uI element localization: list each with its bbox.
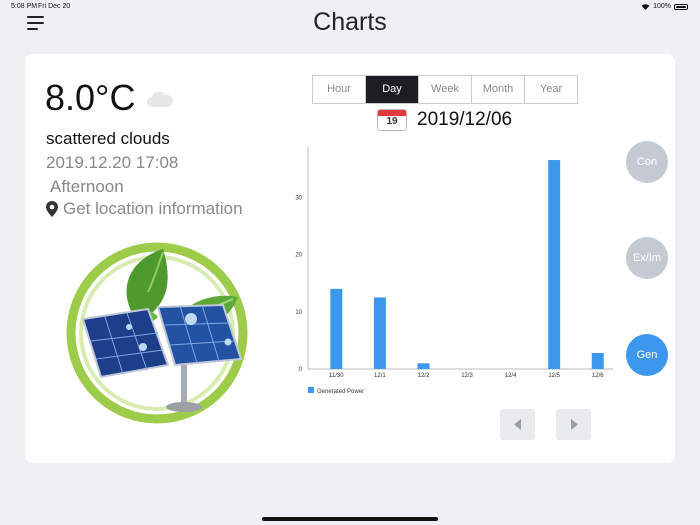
x-tick-label: 12/5	[548, 373, 560, 379]
exim-button[interactable]: Ex/Im	[626, 237, 668, 279]
cloud-icon	[147, 91, 173, 107]
period-tabs: Hour Day Week Month Year	[312, 75, 578, 104]
weather-description: scattered clouds	[46, 129, 170, 148]
x-tick-label: 12/6	[592, 373, 604, 379]
bar	[548, 160, 561, 369]
chevron-left-icon	[513, 419, 521, 430]
home-indicator	[262, 517, 438, 521]
y-tick-label: 30	[295, 195, 302, 201]
bar	[330, 288, 343, 369]
solar-panel-illustration	[66, 242, 248, 424]
con-button[interactable]: Con	[626, 141, 668, 183]
time-period: Afternoon	[50, 177, 124, 196]
chevron-right-icon	[570, 419, 578, 430]
tab-week[interactable]: Week	[419, 76, 472, 103]
y-tick-label: 20	[295, 253, 302, 259]
location-button[interactable]: Get location information	[46, 199, 243, 219]
tab-month[interactable]: Month	[472, 76, 525, 103]
x-tick-label: 12/4	[505, 373, 517, 379]
main-card: 8.0°C scattered clouds 2019.12.20 17:08 …	[25, 54, 675, 463]
tab-day[interactable]: Day	[366, 76, 419, 103]
y-tick-label: 0	[299, 367, 303, 373]
y-tick-label: 10	[295, 310, 302, 316]
x-tick-label: 11/30	[329, 373, 344, 379]
x-tick-label: 12/2	[418, 373, 430, 379]
legend-swatch	[308, 387, 314, 393]
tab-year[interactable]: Year	[525, 76, 577, 103]
x-tick-label: 12/3	[461, 373, 473, 379]
next-button[interactable]	[556, 409, 591, 440]
calendar-icon: 19	[377, 109, 407, 131]
bar	[417, 363, 430, 369]
location-label: Get location information	[63, 199, 243, 218]
page-title: Charts	[313, 8, 387, 36]
bar-chart: 0 10 20 30 11/30 12/1 12/2 12/3 12/4 12/5 12/6 Gene…	[295, 147, 613, 395]
date-picker[interactable]: 19 2019/12/06	[377, 109, 512, 131]
bar	[591, 352, 604, 369]
prev-button[interactable]	[500, 409, 535, 440]
location-pin-icon	[46, 201, 58, 217]
temperature: 8.0°C	[45, 77, 136, 118]
legend-label: Generated Power	[317, 389, 364, 395]
datetime: 2019.12.20 17:08	[46, 153, 179, 172]
x-tick-label: 12/1	[374, 373, 386, 379]
tab-hour[interactable]: Hour	[313, 76, 366, 103]
calendar-day: 19	[386, 116, 398, 127]
gen-button[interactable]: Gen	[626, 334, 668, 376]
bar	[373, 297, 386, 369]
selected-date: 2019/12/06	[417, 109, 513, 130]
